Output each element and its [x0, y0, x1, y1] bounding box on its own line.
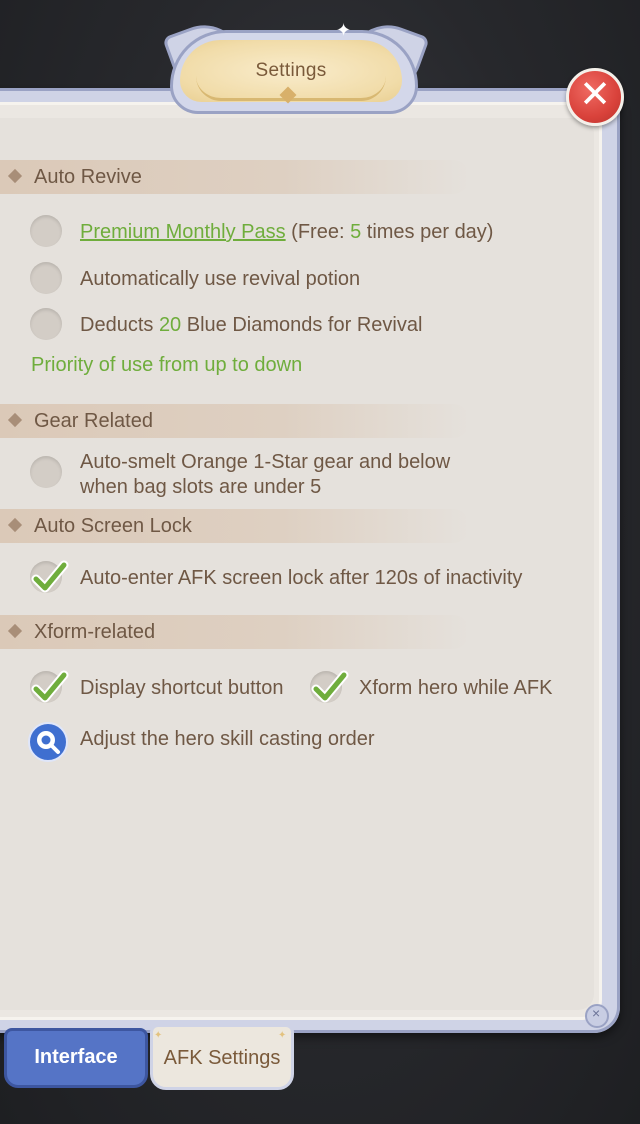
tab-interface-label: Interface	[34, 1046, 118, 1068]
xform-hero-option: Xform hero while AFK	[359, 677, 553, 699]
xform-hero-checkbox[interactable]	[310, 670, 349, 703]
premium-pass-radio[interactable]	[30, 215, 62, 247]
revival-potion-radio[interactable]	[30, 262, 62, 294]
sparkle-icon: ✦	[336, 20, 352, 40]
diamond-bullet-icon	[7, 412, 23, 428]
section-header-xform-related: Xform-related	[0, 615, 470, 649]
display-shortcut-option: Display shortcut button	[80, 677, 284, 699]
tab-afk-settings[interactable]: AFK Settings	[150, 1024, 294, 1090]
screen-lock-option: Auto-enter AFK screen lock after 120s of…	[80, 567, 523, 589]
screen-lock-checkbox[interactable]	[30, 560, 69, 593]
sparkle-icon: ✦	[154, 1030, 163, 1041]
close-icon: ✕	[579, 74, 611, 116]
tab-interface[interactable]: Interface	[4, 1028, 148, 1088]
settings-content-area	[0, 118, 594, 1010]
diamond-bullet-icon	[7, 168, 23, 184]
premium-pass-option: Premium Monthly Pass (Free: 5 times per …	[80, 221, 494, 243]
priority-note: Priority of use from up to down	[31, 354, 303, 376]
adjust-order-button[interactable]	[28, 722, 68, 762]
premium-monthly-pass-link[interactable]: Premium Monthly Pass	[80, 221, 286, 243]
sparkle-icon: ✦	[278, 1030, 287, 1041]
diamond-bullet-icon	[7, 623, 23, 639]
blue-diamonds-option: Deducts 20 Blue Diamonds for Revival	[80, 314, 423, 336]
auto-smelt-option-line2: when bag slots are under 5	[80, 476, 322, 498]
section-header-auto-revive: Auto Revive	[0, 160, 470, 194]
search-icon	[37, 731, 60, 754]
display-shortcut-checkbox[interactable]	[30, 670, 69, 703]
checkmark-icon	[311, 670, 349, 703]
auto-smelt-radio[interactable]	[30, 456, 62, 488]
blue-diamonds-radio[interactable]	[30, 308, 62, 340]
diamond-bullet-icon	[7, 517, 23, 533]
section-header-auto-screen-lock: Auto Screen Lock	[0, 509, 470, 543]
tab-afk-settings-label: AFK Settings	[163, 1047, 281, 1069]
page-title: Settings	[255, 60, 327, 81]
adjust-order-option[interactable]: Adjust the hero skill casting order	[80, 728, 375, 751]
checkmark-icon	[31, 560, 69, 593]
section-title: Xform-related	[34, 621, 156, 643]
section-header-gear-related: Gear Related	[0, 404, 470, 438]
close-button[interactable]: ✕	[566, 68, 624, 126]
section-title: Auto Screen Lock	[34, 515, 192, 537]
panel-corner-ornament	[585, 1004, 609, 1028]
section-title: Auto Revive	[34, 166, 142, 188]
section-title: Gear Related	[34, 410, 153, 432]
checkmark-icon	[31, 670, 69, 703]
revival-potion-option: Automatically use revival potion	[80, 268, 361, 290]
auto-smelt-option-line1: Auto-smelt Orange 1-Star gear and below	[80, 451, 451, 473]
